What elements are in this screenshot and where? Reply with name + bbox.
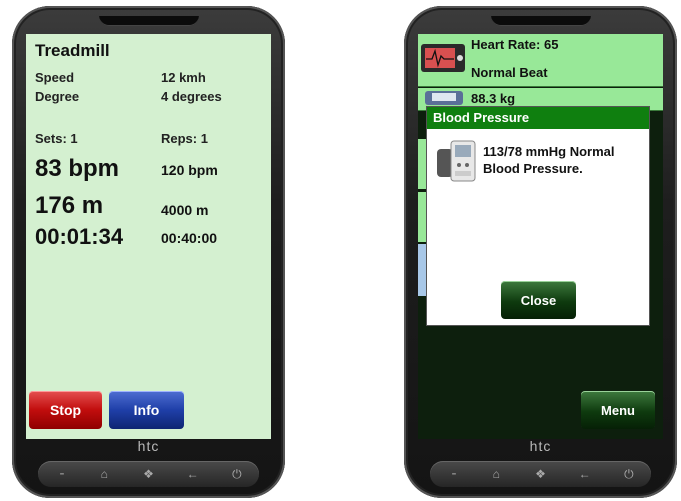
home-icon[interactable]: ⌂ — [90, 467, 118, 481]
heart-rate-target: 120 bpm — [161, 162, 218, 178]
htc-logo: htc — [529, 438, 552, 454]
info-button[interactable]: Info — [109, 391, 184, 429]
call-icon[interactable]: ╶ — [438, 467, 466, 481]
end-call-icon[interactable]: ⏻ — [615, 467, 643, 482]
phone-left: Treadmill Speed 12 kmh Degree 4 degrees … — [12, 6, 285, 498]
page-title: Treadmill — [35, 41, 110, 60]
list-item-edge — [418, 192, 426, 242]
reps-count: Reps: 1 — [161, 131, 208, 146]
health-screen: Heart Rate: 65 Normal Beat 88.3 kg Blood… — [418, 34, 663, 439]
heart-rate-text: Heart Rate: 65 — [471, 37, 559, 52]
degree-value: 4 degrees — [161, 89, 222, 104]
phone-right: Heart Rate: 65 Normal Beat 88.3 kg Blood… — [404, 6, 677, 498]
stop-button[interactable]: Stop — [29, 391, 102, 429]
beat-status-text: Normal Beat — [471, 65, 548, 80]
hardware-keys: ╶ ⌂ ❖ ← ⏻ — [430, 461, 651, 487]
close-button[interactable]: Close — [501, 281, 576, 319]
distance-target: 4000 m — [161, 202, 209, 218]
dialog-message: 113/78 mmHg Normal Blood Pressure. — [483, 144, 615, 176]
list-item-heart-rate[interactable]: Heart Rate: 65 Normal Beat — [418, 34, 663, 87]
list-item-edge — [418, 244, 426, 296]
windows-icon[interactable]: ❖ — [526, 467, 554, 481]
distance-value: 176 m — [35, 192, 104, 219]
degree-label: Degree — [35, 89, 80, 104]
target-time: 00:40:00 — [161, 230, 218, 246]
speed-label: Speed — [35, 70, 75, 85]
ecg-monitor-icon — [421, 44, 465, 72]
heart-rate-value: 83 bpm — [35, 155, 120, 182]
dialog-title: Blood Pressure — [427, 107, 649, 129]
earpiece — [98, 16, 199, 26]
weight-text: 88.3 kg — [471, 91, 516, 106]
list-item-edge — [418, 139, 426, 189]
back-arrow-icon[interactable]: ← — [571, 467, 599, 481]
hardware-keys: ╶ ⌂ ❖ ← ⏻ — [38, 461, 259, 487]
scale-icon — [425, 91, 463, 105]
earpiece — [490, 16, 591, 26]
blood-pressure-dialog: Blood Pressure 113/78 mmHg Normal Blood … — [426, 106, 650, 326]
windows-icon[interactable]: ❖ — [134, 467, 162, 481]
sets-count: Sets: 1 — [35, 131, 78, 146]
back-arrow-icon[interactable]: ← — [179, 467, 207, 481]
elapsed-time: 00:01:34 — [35, 224, 124, 249]
treadmill-screen: Treadmill Speed 12 kmh Degree 4 degrees … — [26, 34, 271, 439]
call-icon[interactable]: ╶ — [46, 467, 74, 481]
speed-value: 12 kmh — [161, 70, 206, 85]
end-call-icon[interactable]: ⏻ — [223, 467, 251, 482]
home-icon[interactable]: ⌂ — [482, 467, 510, 481]
blood-pressure-monitor-icon — [437, 140, 476, 182]
htc-logo: htc — [137, 438, 160, 454]
menu-button[interactable]: Menu — [581, 391, 655, 429]
